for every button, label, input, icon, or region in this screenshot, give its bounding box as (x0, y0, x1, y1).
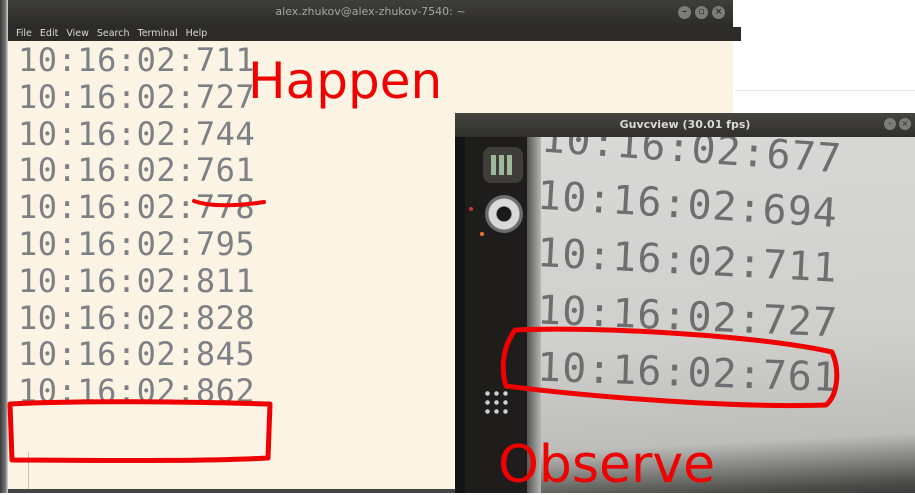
happen-annotation: Happen (248, 52, 443, 110)
underline-annotation (192, 199, 266, 208)
annotation-layer (7, 199, 840, 463)
highlight-box-happen (7, 399, 273, 463)
highlight-box-observe (500, 326, 840, 409)
observe-annotation: Observe (498, 435, 716, 495)
